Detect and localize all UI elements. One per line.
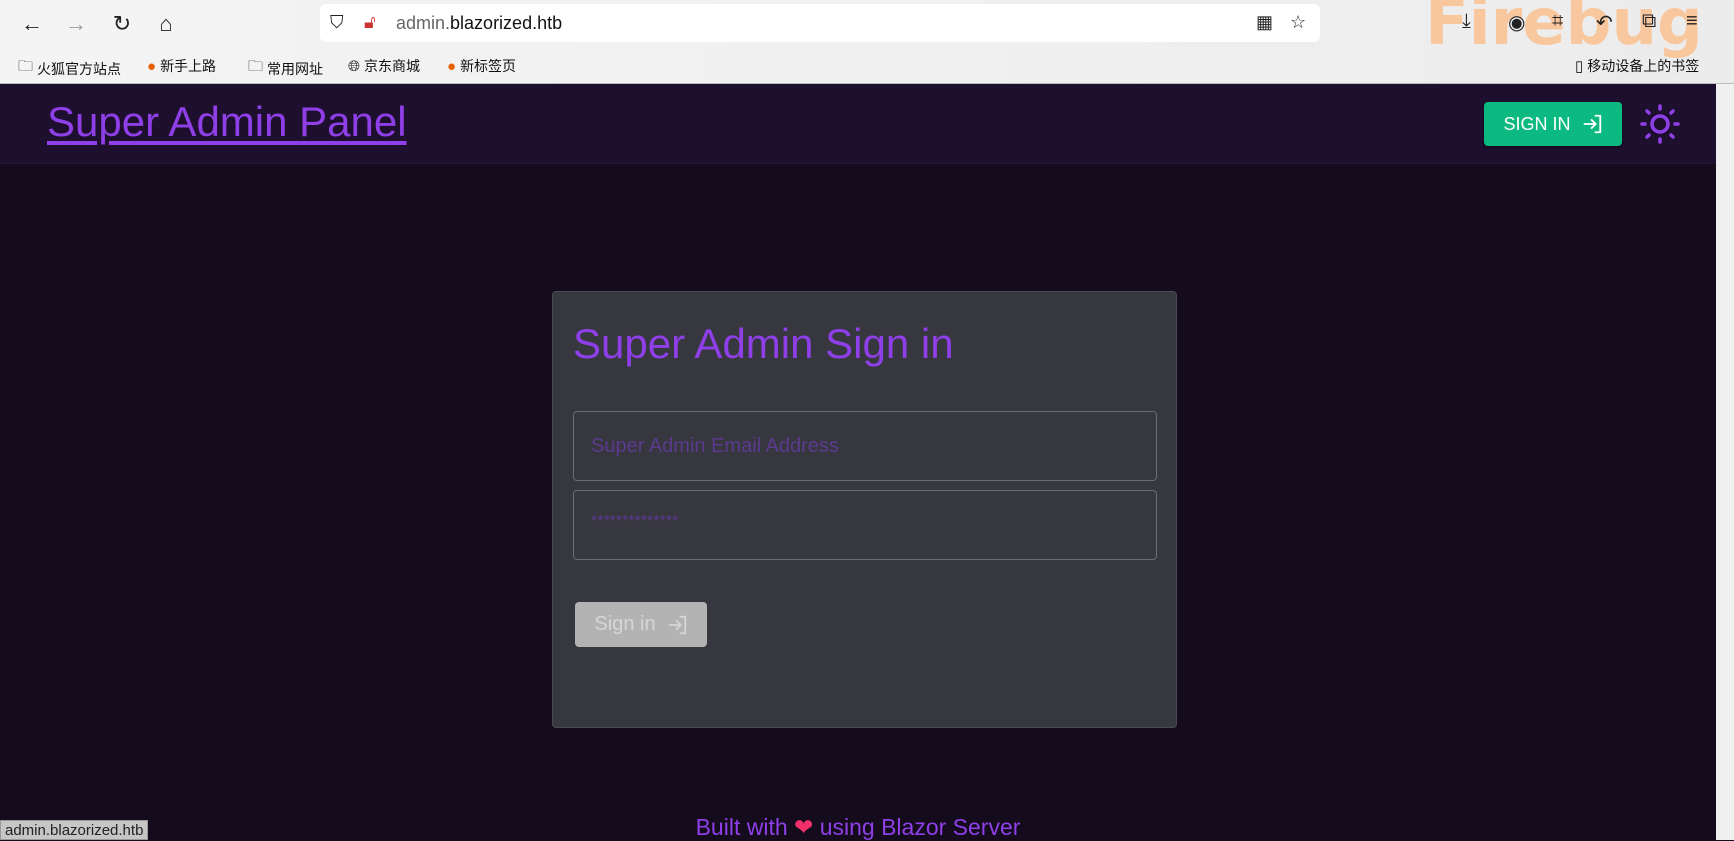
forward-button[interactable]: →	[62, 10, 90, 38]
sign-in-icon	[668, 615, 686, 634]
crop-icon[interactable]: ⌗	[1552, 10, 1563, 33]
qr-code-icon[interactable]: ▦	[1256, 12, 1273, 33]
bookmark-item[interactable]: 🌐︎ 京东商城	[348, 56, 420, 76]
bookmark-item[interactable]: 🗀 火狐官方站点	[18, 56, 121, 81]
bookmark-item[interactable]: ● 新标签页	[447, 56, 516, 76]
folder-icon: 🗀	[248, 58, 264, 75]
bookmark-star-icon[interactable]: ☆	[1290, 12, 1306, 33]
sign-in-icon	[1583, 114, 1601, 134]
extensions-icon[interactable]: ⧉	[1642, 10, 1656, 33]
globe-icon: 🌐︎	[348, 57, 361, 75]
sign-in-submit-button[interactable]: Sign in	[575, 602, 707, 647]
folder-icon: 🗀	[18, 58, 34, 75]
scrollbar[interactable]	[1716, 84, 1734, 840]
back-button[interactable]: ←	[18, 10, 46, 38]
email-field[interactable]: Super Admin Email Address	[573, 411, 1157, 481]
home-button[interactable]: ⌂	[152, 10, 180, 38]
password-field[interactable]: **************	[573, 490, 1157, 560]
header-sign-in-button[interactable]: SIGN IN	[1484, 102, 1622, 146]
heart-icon: ❤	[794, 814, 814, 840]
insecure-lock-icon[interactable]: 🔓︎	[364, 12, 376, 33]
account-icon[interactable]: ◉	[1508, 10, 1525, 35]
mobile-device-icon: ▯	[1575, 58, 1584, 75]
firefox-icon: ●	[147, 57, 157, 75]
status-bar-url: admin.blazorized.htb	[0, 820, 149, 840]
bookmark-item[interactable]: ● 新手上路	[147, 56, 216, 76]
reload-button[interactable]: ↻	[108, 10, 136, 38]
app-header: Super Admin Panel SIGN IN	[0, 84, 1716, 164]
download-icon[interactable]: ⤓	[1462, 10, 1471, 33]
mobile-bookmarks[interactable]: ▯ 移动设备上的书签	[1575, 56, 1699, 76]
sign-in-title: Super Admin Sign in	[573, 320, 954, 367]
menu-icon[interactable]: ≡	[1686, 10, 1698, 33]
brand-link[interactable]: Super Admin Panel	[47, 98, 407, 146]
url-bar[interactable]: ⛉ 🔓︎ admin.blazorized.htb ▦ ☆	[320, 4, 1320, 42]
theme-toggle-sun-icon[interactable]	[1640, 104, 1680, 144]
url-text[interactable]: admin.blazorized.htb	[396, 13, 562, 34]
browser-chrome: Firebug ← → ↻ ⌂ ⛉ 🔓︎ admin.blazorized.ht…	[0, 0, 1734, 84]
sign-in-card: Super Admin Sign in Super Admin Email Ad…	[552, 291, 1177, 728]
firefox-icon: ●	[447, 57, 457, 75]
undo-icon[interactable]: ↶	[1596, 10, 1613, 35]
shield-icon[interactable]: ⛉	[330, 12, 344, 33]
footer: Built with ❤ using Blazor Server	[695, 814, 1021, 840]
bookmark-item[interactable]: 🗀 常用网址	[248, 56, 323, 81]
